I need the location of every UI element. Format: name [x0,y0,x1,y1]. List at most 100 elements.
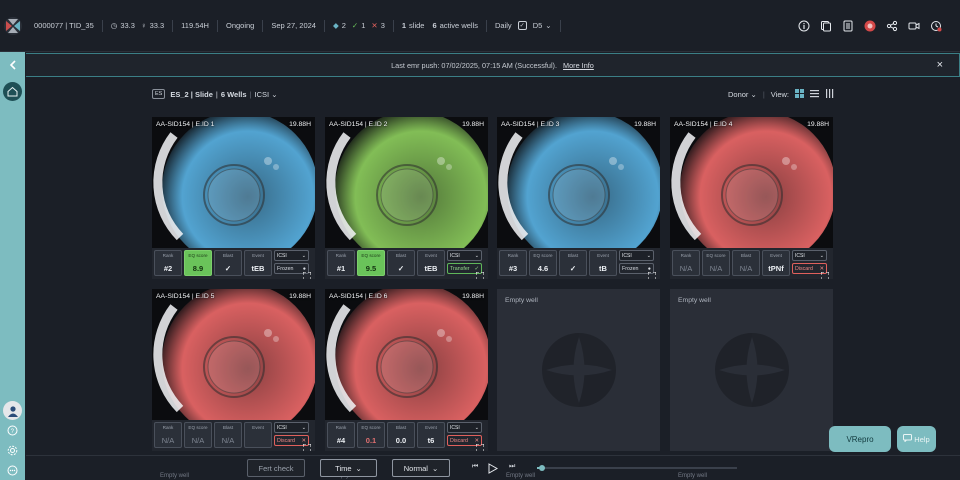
blast-label: Blast [567,253,579,258]
list-view-icon[interactable] [810,89,819,100]
fert-check-button[interactable]: Fert check [247,459,305,477]
method-dropdown[interactable]: ICSI ⌄ [255,90,278,99]
skip-back-icon[interactable]: ⏮ [472,463,478,471]
video-icon[interactable] [907,19,920,32]
grid-view-icon[interactable] [795,88,804,100]
avatar[interactable] [3,401,22,420]
app-logo[interactable] [0,0,26,52]
help-circle-icon[interactable]: ? [3,421,22,440]
embryo-well[interactable]: AA-SID154 | E.ID 2 19.88H Rank #1 EQ scor… [325,117,488,279]
eq-value: 8.9 [192,264,204,273]
eq-score-cell[interactable]: EQ score 0.1 [357,422,385,448]
back-arrow-icon[interactable] [3,55,22,74]
close-icon[interactable]: × [937,59,943,71]
embryo-well[interactable]: AA-SID154 | E.ID 1 19.88H Rank #2 EQ scor… [152,117,315,279]
eq-label: EQ score [706,253,726,258]
expand-icon[interactable] [475,439,485,451]
expand-icon[interactable] [820,267,830,279]
blast-cell[interactable]: Blast ✓ [387,250,415,276]
method-select[interactable]: ICSI ⌄ [274,422,309,433]
chevron-down-icon: ⌄ [750,89,757,99]
chevron-down-icon: ⌄ [474,252,479,259]
event-value: tB [599,264,607,273]
female-icon: ◷ [110,21,118,30]
rank-cell[interactable]: Rank #4 [327,422,355,448]
column-view-icon[interactable] [825,88,834,100]
embryo-image[interactable] [325,289,488,420]
male-icon: ♀ [140,21,147,30]
eq-score-cell[interactable]: EQ score 8.9 [184,250,212,276]
method-select[interactable]: ICSI ⌄ [274,250,309,261]
blast-cell[interactable]: Blast 0.0 [387,422,415,448]
donor-dropdown[interactable]: Donor ⌄ [728,90,757,99]
more-options-icon[interactable] [3,461,22,480]
embryo-image[interactable] [325,117,488,248]
eq-score-cell[interactable]: EQ score 4.6 [529,250,557,276]
info-icon[interactable] [797,19,810,32]
play-icon[interactable] [488,461,499,479]
skip-forward-icon[interactable]: ⏭ [509,463,515,471]
eq-score-cell[interactable]: EQ score N/A [702,250,730,276]
timeline-handle[interactable] [539,465,545,471]
embryo-well[interactable]: AA-SID154 | E.ID 3 19.88H Rank #3 EQ scor… [497,117,660,279]
well-header: AA-SID154 | E.ID 5 19.88H [156,293,311,300]
help-button[interactable]: Help [897,426,936,452]
method-select[interactable]: ICSI ⌄ [447,250,482,261]
notes-icon[interactable] [863,19,876,32]
empty-well[interactable]: Empty well [670,289,833,451]
rank-label: Rank [507,253,519,258]
rank-value: #3 [508,264,518,273]
embryo-well[interactable]: AA-SID154 | E.ID 6 19.88H Rank #4 EQ scor… [325,289,488,451]
event-cell[interactable]: Event tEB [244,250,272,276]
more-info-link[interactable]: More Info [563,61,594,70]
rank-cell[interactable]: Rank N/A [154,422,182,448]
copy-icon[interactable] [819,19,832,32]
event-cell[interactable]: Event tPNf [762,250,790,276]
eq-label: EQ score [533,253,553,258]
method-select[interactable]: ICSI ⌄ [792,250,827,261]
embryo-image[interactable] [152,289,315,420]
event-label: Event [425,253,437,258]
blast-value: 0.0 [395,436,407,445]
blast-cell[interactable]: Blast ✓ [559,250,587,276]
document-icon[interactable] [841,19,854,32]
time-dropdown[interactable]: Time ⌄ [320,459,377,477]
empty-well[interactable]: Empty well [497,289,660,451]
blast-cell[interactable]: Blast N/A [214,422,242,448]
rank-cell[interactable]: Rank N/A [672,250,700,276]
expand-icon[interactable] [475,267,485,279]
expand-icon[interactable] [302,439,312,451]
expand-icon[interactable] [302,267,312,279]
embryo-image[interactable] [497,117,660,248]
home-icon[interactable] [3,82,22,101]
eq-score-cell[interactable]: EQ score 9.5 [357,250,385,276]
timeline-slider[interactable] [537,465,737,471]
event-cell[interactable]: Event tEB [417,250,445,276]
expand-icon[interactable] [647,267,657,279]
eq-score-cell[interactable]: EQ score N/A [184,422,212,448]
chevron-down-icon: ⌄ [819,252,824,259]
embryo-well[interactable]: AA-SID154 | E.ID 5 19.88H Rank N/A EQ sco… [152,289,315,451]
embryo-image[interactable] [152,117,315,248]
frequency-selector[interactable]: Daily ✓ D5 ⌄ [487,19,561,32]
blast-cell[interactable]: Blast ✓ [214,250,242,276]
blast-cell[interactable]: Blast N/A [732,250,760,276]
history-icon[interactable] [929,19,942,32]
vrepro-button[interactable]: VRepro [829,426,891,452]
rank-cell[interactable]: Rank #3 [499,250,527,276]
well-summary: Rank #3 EQ score 4.6 Blast ✓ Event tB ICSI ⌄ … [497,248,660,279]
rank-cell[interactable]: Rank #1 [327,250,355,276]
event-cell[interactable]: Event tB [589,250,617,276]
share-icon[interactable] [885,19,898,32]
embryo-well[interactable]: AA-SID154 | E.ID 4 19.88H Rank N/A EQ sco… [670,117,833,279]
embryo-image[interactable] [670,117,833,248]
blast-value: ✓ [569,264,577,273]
method-select[interactable]: ICSI ⌄ [619,250,654,261]
event-cell[interactable]: Event [244,422,272,448]
method-select[interactable]: ICSI ⌄ [447,422,482,433]
speed-dropdown[interactable]: Normal ⌄ [392,459,450,477]
settings-gear-icon[interactable] [3,441,22,460]
rank-cell[interactable]: Rank #2 [154,250,182,276]
well-time: 19.88H [289,121,311,128]
event-cell[interactable]: Event t6 [417,422,445,448]
